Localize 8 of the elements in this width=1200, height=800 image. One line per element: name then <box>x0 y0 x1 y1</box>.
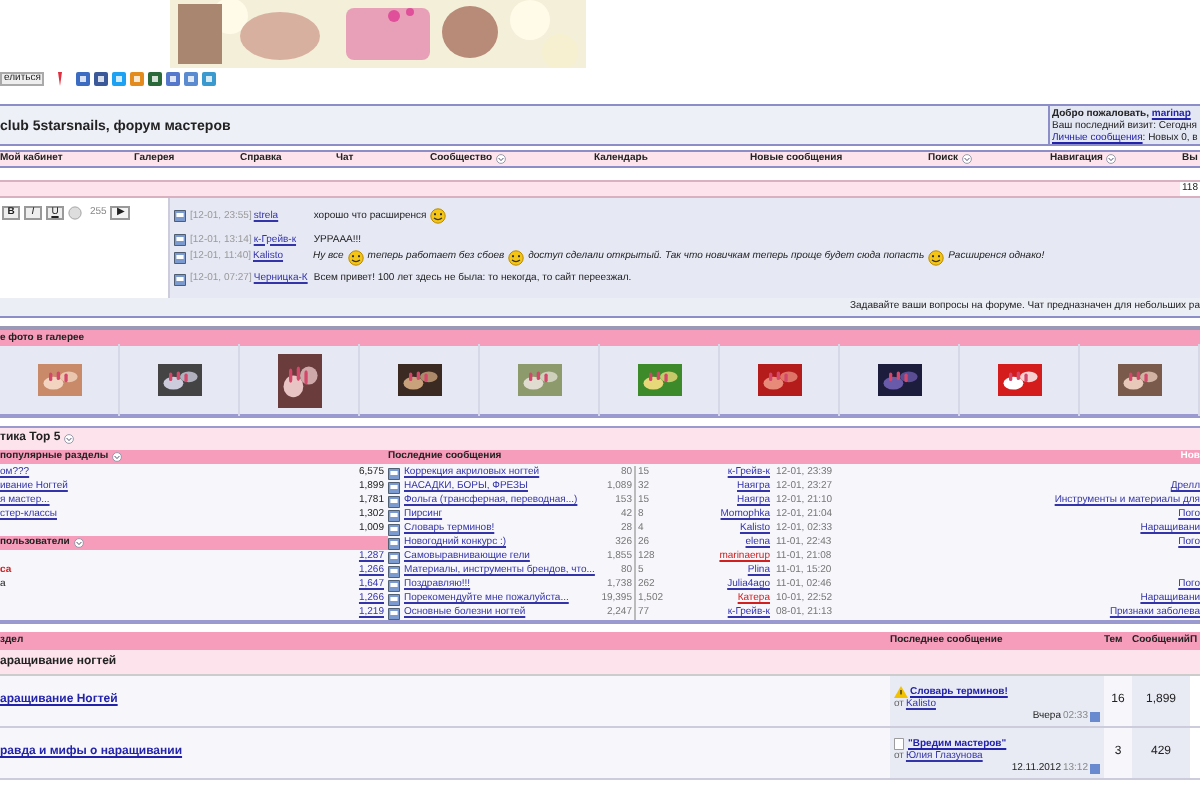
dropdown-icon <box>962 154 973 164</box>
warning-icon <box>894 686 908 698</box>
bookmark-icon[interactable] <box>54 71 67 85</box>
dropdown-icon <box>64 434 75 444</box>
dropdown-icon <box>73 538 84 548</box>
dropdown-icon <box>1106 154 1117 164</box>
dropdown-icon <box>496 154 507 164</box>
page-icon <box>894 738 904 750</box>
